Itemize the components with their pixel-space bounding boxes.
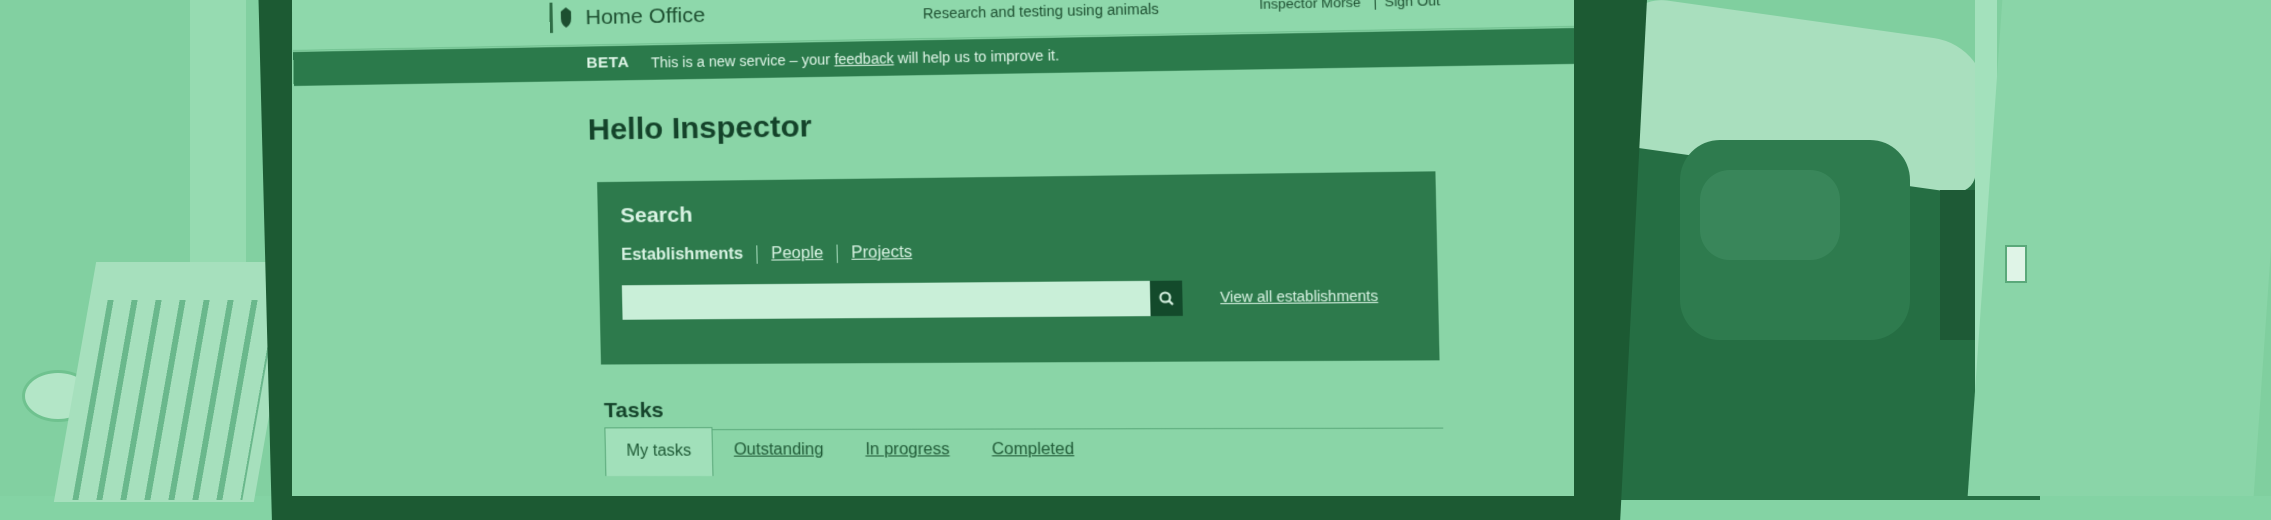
search-icon [1150, 281, 1183, 317]
beta-tag: BETA [586, 53, 630, 72]
search-tab-people[interactable]: People [756, 244, 837, 264]
search-tabs: Establishments People Projects [621, 243, 926, 265]
task-tabs: My tasks Outstanding In progress Complet… [604, 426, 1096, 477]
tab-completed[interactable]: Completed [970, 426, 1096, 476]
tab-my-tasks[interactable]: My tasks [604, 427, 714, 477]
service-name: Research and testing using animals [922, 0, 1159, 22]
search-panel: Search Establishments People Projects Vi… [597, 171, 1440, 365]
search-button[interactable] [1149, 280, 1183, 317]
feedback-link[interactable]: feedback [834, 50, 894, 67]
beta-message: This is a new service – your feedback wi… [651, 47, 1060, 71]
brand-logo-link[interactable]: Home Office [585, 4, 705, 31]
header-divider [1374, 0, 1376, 10]
search-tab-projects[interactable]: Projects [836, 243, 926, 263]
search-title: Search [620, 203, 693, 228]
search-input[interactable] [621, 280, 1154, 320]
sign-out-link[interactable]: Sign Out [1384, 0, 1440, 10]
tab-in-progress[interactable]: In progress [844, 427, 971, 476]
bed-pattern [72, 300, 278, 500]
tasks-title: Tasks [603, 398, 664, 423]
door-frame [190, 0, 246, 270]
crest-icon [560, 7, 572, 28]
monitor-screen: Home Office Research and testing using a… [292, 0, 1574, 496]
tab-outstanding[interactable]: Outstanding [713, 427, 845, 476]
search-tab-establishments[interactable]: Establishments [621, 245, 757, 265]
page-title: Hello Inspector [587, 109, 813, 147]
view-all-establishments-link[interactable]: View all establishments [1220, 287, 1378, 305]
beta-text-after: will help us to improve it. [897, 46, 1060, 67]
user-name[interactable]: Inspector Morse [1259, 0, 1361, 12]
door-hinge [2005, 245, 2027, 283]
beta-text-before: This is a new service – your [650, 51, 831, 71]
crest-divider [549, 2, 554, 34]
sofa-shine [1700, 170, 1840, 260]
web-page: Home Office Research and testing using a… [292, 0, 1574, 496]
